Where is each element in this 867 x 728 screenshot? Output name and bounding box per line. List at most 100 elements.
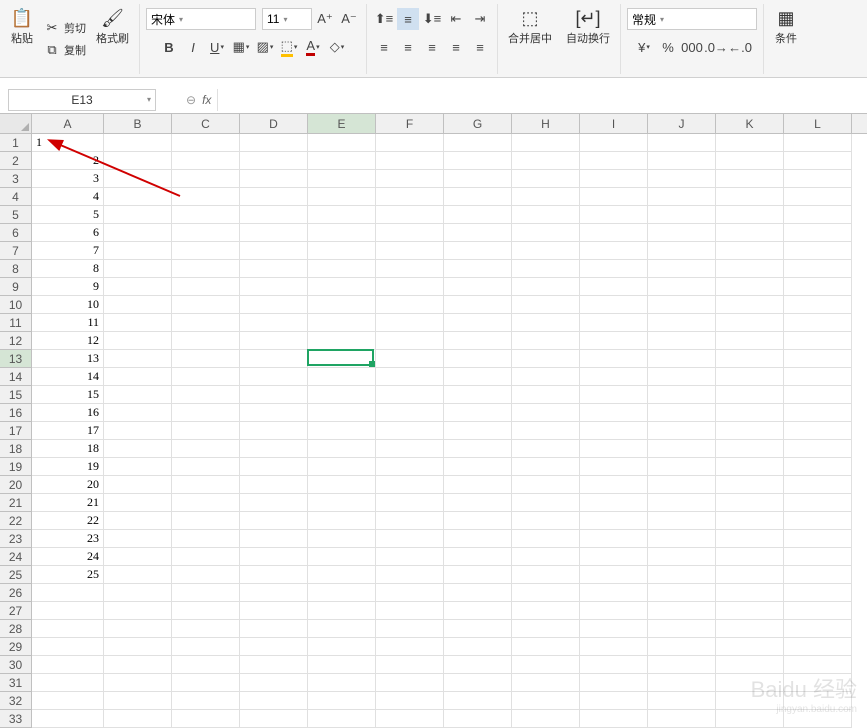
- cell-A6[interactable]: 6: [32, 224, 104, 242]
- cell-H32[interactable]: [512, 692, 580, 710]
- cell-C13[interactable]: [172, 350, 240, 368]
- row-header[interactable]: 23: [0, 530, 32, 548]
- row-header[interactable]: 20: [0, 476, 32, 494]
- cell-L27[interactable]: [784, 602, 852, 620]
- row-header[interactable]: 9: [0, 278, 32, 296]
- cell-L21[interactable]: [784, 494, 852, 512]
- cell-E28[interactable]: [308, 620, 376, 638]
- cell-D10[interactable]: [240, 296, 308, 314]
- cell-D20[interactable]: [240, 476, 308, 494]
- cell-G12[interactable]: [444, 332, 512, 350]
- cell-K21[interactable]: [716, 494, 784, 512]
- cell-L22[interactable]: [784, 512, 852, 530]
- percent-button[interactable]: %: [657, 36, 679, 58]
- cell-G28[interactable]: [444, 620, 512, 638]
- cell-B26[interactable]: [104, 584, 172, 602]
- cell-G14[interactable]: [444, 368, 512, 386]
- row-header[interactable]: 15: [0, 386, 32, 404]
- cell-C26[interactable]: [172, 584, 240, 602]
- cell-I10[interactable]: [580, 296, 648, 314]
- cell-I31[interactable]: [580, 674, 648, 692]
- column-header-L[interactable]: L: [784, 114, 852, 133]
- column-header-I[interactable]: I: [580, 114, 648, 133]
- name-box[interactable]: E13 ▾: [8, 89, 156, 111]
- cell-H15[interactable]: [512, 386, 580, 404]
- cell-F22[interactable]: [376, 512, 444, 530]
- cell-J11[interactable]: [648, 314, 716, 332]
- row-header[interactable]: 16: [0, 404, 32, 422]
- cell-I8[interactable]: [580, 260, 648, 278]
- cell-L13[interactable]: [784, 350, 852, 368]
- row-header[interactable]: 2: [0, 152, 32, 170]
- cell-C21[interactable]: [172, 494, 240, 512]
- cell-K9[interactable]: [716, 278, 784, 296]
- cell-I33[interactable]: [580, 710, 648, 728]
- cell-F8[interactable]: [376, 260, 444, 278]
- cell-D2[interactable]: [240, 152, 308, 170]
- cell-H3[interactable]: [512, 170, 580, 188]
- cell-I9[interactable]: [580, 278, 648, 296]
- align-center-button[interactable]: ≡: [397, 36, 419, 58]
- cell-I22[interactable]: [580, 512, 648, 530]
- row-header[interactable]: 17: [0, 422, 32, 440]
- cell-E29[interactable]: [308, 638, 376, 656]
- cell-C20[interactable]: [172, 476, 240, 494]
- cell-F2[interactable]: [376, 152, 444, 170]
- cell-H7[interactable]: [512, 242, 580, 260]
- cell-C2[interactable]: [172, 152, 240, 170]
- cell-B15[interactable]: [104, 386, 172, 404]
- cell-L23[interactable]: [784, 530, 852, 548]
- cell-G6[interactable]: [444, 224, 512, 242]
- column-header-H[interactable]: H: [512, 114, 580, 133]
- cell-H5[interactable]: [512, 206, 580, 224]
- cell-H26[interactable]: [512, 584, 580, 602]
- cell-E1[interactable]: [308, 134, 376, 152]
- cell-A11[interactable]: 11: [32, 314, 104, 332]
- cell-F20[interactable]: [376, 476, 444, 494]
- merge-center-button[interactable]: ⬚ 合并居中: [504, 4, 556, 48]
- cell-H23[interactable]: [512, 530, 580, 548]
- cancel-icon[interactable]: ⊖: [186, 93, 196, 107]
- cell-J4[interactable]: [648, 188, 716, 206]
- cell-D16[interactable]: [240, 404, 308, 422]
- column-header-A[interactable]: A: [32, 114, 104, 133]
- cell-A32[interactable]: [32, 692, 104, 710]
- cell-B16[interactable]: [104, 404, 172, 422]
- cell-D17[interactable]: [240, 422, 308, 440]
- cell-B14[interactable]: [104, 368, 172, 386]
- cell-I32[interactable]: [580, 692, 648, 710]
- cell-C22[interactable]: [172, 512, 240, 530]
- cell-F19[interactable]: [376, 458, 444, 476]
- cell-F4[interactable]: [376, 188, 444, 206]
- row-header[interactable]: 7: [0, 242, 32, 260]
- cell-E24[interactable]: [308, 548, 376, 566]
- cell-J17[interactable]: [648, 422, 716, 440]
- cell-C4[interactable]: [172, 188, 240, 206]
- cell-I30[interactable]: [580, 656, 648, 674]
- cell-C16[interactable]: [172, 404, 240, 422]
- underline-button[interactable]: U▾: [206, 36, 228, 58]
- cell-D1[interactable]: [240, 134, 308, 152]
- cell-B7[interactable]: [104, 242, 172, 260]
- justify-button[interactable]: ≡: [445, 36, 467, 58]
- distribute-button[interactable]: ≡: [469, 36, 491, 58]
- cell-I23[interactable]: [580, 530, 648, 548]
- cell-H33[interactable]: [512, 710, 580, 728]
- cell-B2[interactable]: [104, 152, 172, 170]
- cell-B22[interactable]: [104, 512, 172, 530]
- cell-I17[interactable]: [580, 422, 648, 440]
- cell-A18[interactable]: 18: [32, 440, 104, 458]
- cell-I26[interactable]: [580, 584, 648, 602]
- bold-button[interactable]: B: [158, 36, 180, 58]
- format-painter-button[interactable]: 🖌 格式刷: [92, 4, 133, 74]
- cell-D26[interactable]: [240, 584, 308, 602]
- cell-H9[interactable]: [512, 278, 580, 296]
- cell-I15[interactable]: [580, 386, 648, 404]
- cell-J14[interactable]: [648, 368, 716, 386]
- cell-C8[interactable]: [172, 260, 240, 278]
- cell-H30[interactable]: [512, 656, 580, 674]
- cell-L6[interactable]: [784, 224, 852, 242]
- cell-D15[interactable]: [240, 386, 308, 404]
- cell-E31[interactable]: [308, 674, 376, 692]
- cell-C9[interactable]: [172, 278, 240, 296]
